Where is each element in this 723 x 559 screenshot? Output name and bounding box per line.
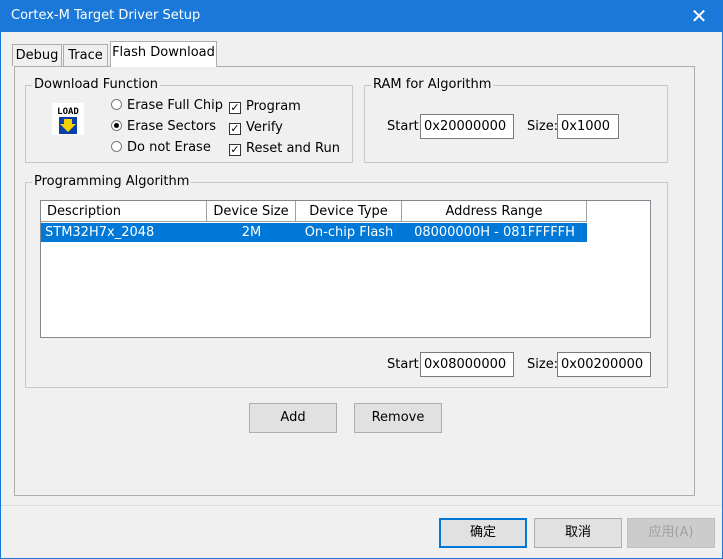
row-address-range: 08000000H - 081FFFFFH bbox=[414, 225, 575, 240]
column-device-type[interactable]: Device Type bbox=[296, 201, 402, 222]
check-icon[interactable]: ✓ bbox=[229, 144, 241, 156]
erase-full-chip-label: Erase Full Chip bbox=[127, 98, 223, 113]
download-function-label: Download Function bbox=[32, 77, 161, 93]
verify-label: Verify bbox=[246, 120, 283, 135]
flash-size-input[interactable]: 0x00200000 bbox=[557, 352, 651, 377]
tab-trace[interactable]: Trace bbox=[63, 44, 108, 66]
row-device-size: 2M bbox=[241, 225, 262, 240]
footer-divider bbox=[1, 505, 722, 506]
flash-start-input[interactable]: 0x08000000 bbox=[420, 352, 514, 377]
reset-and-run-label: Reset and Run bbox=[246, 141, 340, 156]
ram-start-label: Start: bbox=[387, 119, 424, 134]
dialog-window: Cortex-M Target Driver Setup ✕ Debug Tra… bbox=[0, 0, 723, 559]
table-row[interactable]: STM32H7x_2048 2M On-chip Flash 08000000H… bbox=[41, 223, 587, 242]
cancel-button[interactable]: 取消 bbox=[534, 518, 622, 548]
add-button[interactable]: Add bbox=[249, 403, 337, 433]
check-icon[interactable]: ✓ bbox=[229, 123, 241, 135]
algorithm-list[interactable]: Description Device Size Device Type Addr… bbox=[40, 200, 651, 338]
ram-start-input[interactable]: 0x20000000 bbox=[420, 114, 514, 139]
ram-size-input[interactable]: 0x1000 bbox=[557, 114, 619, 139]
column-address-range[interactable]: Address Range bbox=[402, 201, 587, 222]
check-icon[interactable]: ✓ bbox=[229, 102, 241, 114]
flash-start-label: Start: bbox=[387, 357, 424, 372]
list-header: Description Device Size Device Type Addr… bbox=[41, 201, 650, 222]
radio-indicator[interactable] bbox=[111, 99, 122, 110]
load-icon-text: LOAD bbox=[57, 107, 79, 117]
program-label: Program bbox=[246, 99, 301, 114]
apply-button[interactable]: 应用(A) bbox=[627, 518, 715, 548]
tab-debug[interactable]: Debug bbox=[12, 44, 62, 66]
column-device-size[interactable]: Device Size bbox=[207, 201, 296, 222]
window-title: Cortex-M Target Driver Setup bbox=[11, 8, 201, 23]
ram-for-algorithm-label: RAM for Algorithm bbox=[371, 77, 494, 93]
ok-button[interactable]: 确定 bbox=[439, 518, 527, 548]
do-not-erase-radio[interactable]: Do not Erase bbox=[111, 139, 211, 157]
row-description: STM32H7x_2048 bbox=[45, 225, 155, 240]
programming-algorithm-label: Programming Algorithm bbox=[32, 174, 192, 190]
reset-and-run-checkbox[interactable]: ✓ Reset and Run bbox=[229, 140, 340, 158]
row-device-type: On-chip Flash bbox=[304, 225, 394, 240]
close-icon[interactable]: ✕ bbox=[676, 1, 722, 32]
erase-sectors-radio[interactable]: Erase Sectors bbox=[111, 118, 216, 136]
remove-button[interactable]: Remove bbox=[354, 403, 442, 433]
do-not-erase-label: Do not Erase bbox=[127, 140, 211, 155]
program-checkbox[interactable]: ✓ Program bbox=[229, 98, 301, 116]
erase-sectors-label: Erase Sectors bbox=[127, 119, 216, 134]
erase-full-chip-radio[interactable]: Erase Full Chip bbox=[111, 97, 223, 115]
tab-flash-download[interactable]: Flash Download bbox=[110, 41, 217, 67]
radio-indicator-checked[interactable] bbox=[111, 120, 122, 131]
flash-size-label: Size: bbox=[527, 357, 559, 372]
radio-indicator[interactable] bbox=[111, 141, 122, 152]
title-bar: Cortex-M Target Driver Setup ✕ bbox=[1, 1, 722, 32]
load-icon: LOAD bbox=[52, 103, 84, 135]
verify-checkbox[interactable]: ✓ Verify bbox=[229, 119, 283, 137]
ram-size-label: Size: bbox=[527, 119, 559, 134]
column-description[interactable]: Description bbox=[41, 201, 207, 222]
